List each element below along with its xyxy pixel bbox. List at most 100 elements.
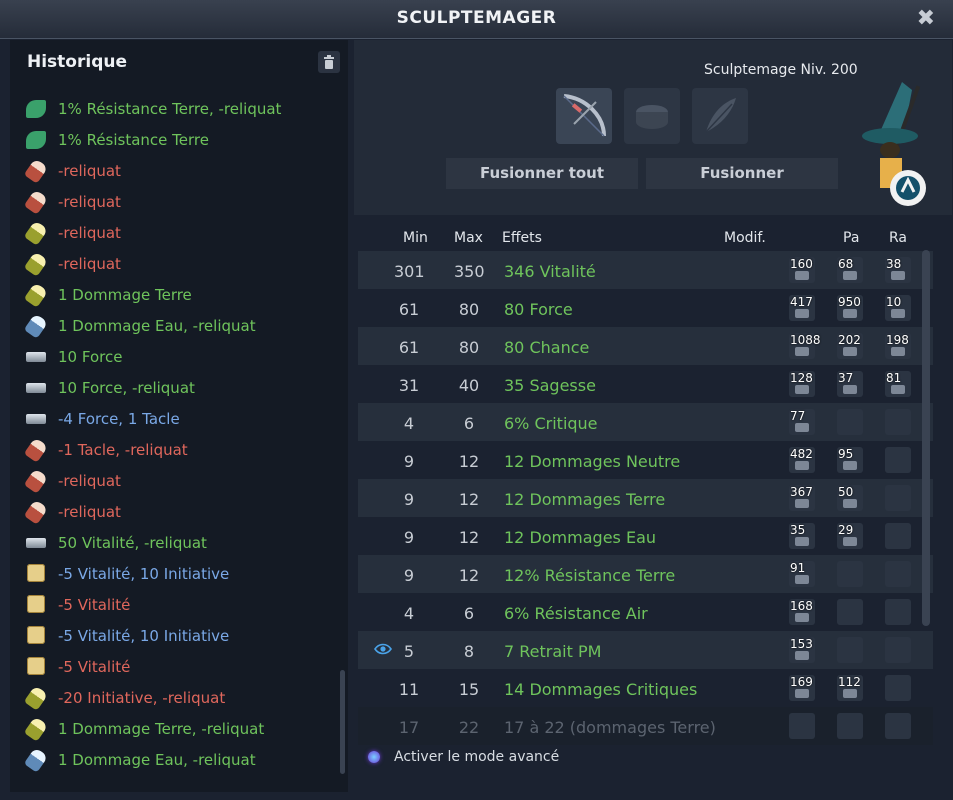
eye-icon[interactable] bbox=[374, 643, 392, 655]
rune-cell-ra[interactable]: 198 bbox=[885, 333, 911, 359]
rune-count: 112 bbox=[838, 675, 861, 689]
rune-cell-ra[interactable] bbox=[885, 561, 911, 587]
rune-cell-modif[interactable]: 417 bbox=[789, 295, 815, 321]
rune-count: 38 bbox=[886, 257, 902, 271]
history-item-text: -reliquat bbox=[58, 223, 121, 242]
rune-cell-ra[interactable] bbox=[885, 599, 911, 625]
rune-icon bbox=[891, 347, 905, 356]
rune-shape bbox=[23, 219, 49, 246]
rune-shape bbox=[23, 250, 49, 277]
red-rune-icon bbox=[23, 467, 58, 494]
advanced-mode-radio[interactable] bbox=[368, 751, 380, 763]
rune-cell-pa[interactable]: 112 bbox=[837, 675, 863, 701]
rune-cell-ra[interactable] bbox=[885, 637, 911, 663]
rune-cell-pa[interactable]: 50 bbox=[837, 485, 863, 511]
rune-cell-modif[interactable]: 482 bbox=[789, 447, 815, 473]
rune-cell-ra[interactable]: 38 bbox=[885, 257, 911, 283]
row-effect: 80 Force bbox=[504, 300, 573, 319]
rune-count: 202 bbox=[838, 333, 861, 347]
rune-cell-pa[interactable]: 950 bbox=[837, 295, 863, 321]
rune-cell-modif[interactable]: 77 bbox=[789, 409, 815, 435]
rune-cell-modif[interactable]: 160 bbox=[789, 257, 815, 283]
rune-cell-ra[interactable] bbox=[885, 523, 911, 549]
history-item-text: -reliquat bbox=[58, 502, 121, 521]
history-item-text: -20 Initiative, -reliquat bbox=[58, 688, 226, 707]
rune-cell-pa[interactable]: 68 bbox=[837, 257, 863, 283]
rune-shape bbox=[26, 413, 46, 424]
red-rune-icon bbox=[23, 498, 58, 525]
row-max: 15 bbox=[458, 680, 480, 699]
rune-icon bbox=[795, 613, 809, 622]
rune-cell-modif[interactable]: 367 bbox=[789, 485, 815, 511]
fuse-button[interactable]: Fusionner bbox=[646, 158, 838, 189]
history-item-text: -1 Tacle, -reliquat bbox=[58, 440, 188, 459]
history-item: -5 Vitalité bbox=[24, 651, 324, 682]
rune-cell-pa[interactable] bbox=[837, 599, 863, 625]
rune-cell-pa[interactable] bbox=[837, 713, 863, 739]
rune-cell-modif[interactable]: 153 bbox=[789, 637, 815, 663]
history-item: 10 Force, -reliquat bbox=[24, 372, 324, 403]
rune-cell-ra[interactable] bbox=[885, 485, 911, 511]
history-item: 10 Force bbox=[24, 341, 324, 372]
rune-count: 35 bbox=[790, 523, 806, 537]
item-slot-bow[interactable] bbox=[556, 88, 612, 144]
yellow-rune-icon bbox=[23, 684, 58, 711]
row-min: 61 bbox=[398, 338, 420, 357]
rune-cell-pa[interactable]: 37 bbox=[837, 371, 863, 397]
rune-cell-modif[interactable]: 1088 bbox=[789, 333, 821, 359]
close-icon[interactable]: ✖ bbox=[917, 6, 935, 31]
rune-cell-ra[interactable] bbox=[885, 447, 911, 473]
rune-cell-modif[interactable]: 128 bbox=[789, 371, 815, 397]
rune-cell-ra[interactable]: 81 bbox=[885, 371, 911, 397]
rune-cell-modif[interactable] bbox=[789, 713, 815, 739]
rune-cell-pa[interactable] bbox=[837, 637, 863, 663]
rune-cell-ra[interactable] bbox=[885, 713, 911, 739]
dice-rune-icon bbox=[24, 562, 58, 586]
row-effect: 17 à 22 (dommages Terre) bbox=[504, 718, 716, 737]
bow-icon bbox=[563, 94, 606, 137]
table-scrollbar[interactable] bbox=[922, 250, 930, 626]
rune-cell-ra[interactable] bbox=[885, 409, 911, 435]
history-item-text: 1 Dommage Terre bbox=[58, 285, 192, 304]
rune-cell-pa[interactable] bbox=[837, 409, 863, 435]
rune-slot[interactable] bbox=[624, 88, 680, 144]
table-row: 31 40 35 Sagesse 128 37 81 bbox=[358, 365, 933, 403]
history-panel: Historique 1% Résistance Terre, -reliqua… bbox=[10, 40, 348, 792]
row-max: 6 bbox=[463, 414, 475, 433]
rune-count: 128 bbox=[790, 371, 813, 385]
rune-icon bbox=[891, 309, 905, 318]
trash-button[interactable] bbox=[318, 51, 340, 73]
history-item: 1% Résistance Terre, -reliquat bbox=[24, 93, 324, 124]
yellow-rune-icon bbox=[23, 219, 58, 246]
history-item: 1 Dommage Eau, -reliquat bbox=[23, 310, 324, 341]
rune-count: 169 bbox=[790, 675, 813, 689]
history-item-text: 1 Dommage Eau, -reliquat bbox=[58, 750, 256, 769]
fuse-all-button[interactable]: Fusionner tout bbox=[446, 158, 638, 189]
rune-cell-pa[interactable] bbox=[837, 561, 863, 587]
feather-slot[interactable] bbox=[692, 88, 748, 144]
rune-count: 417 bbox=[790, 295, 813, 309]
forge-top-area: Sculptemage Niv. 200 Fusionner tout Fusi… bbox=[354, 40, 952, 215]
header-max: Max bbox=[454, 230, 483, 246]
rune-cell-modif[interactable]: 169 bbox=[789, 675, 815, 701]
rune-cell-modif[interactable]: 35 bbox=[789, 523, 815, 549]
rune-cell-modif[interactable]: 91 bbox=[789, 561, 815, 587]
history-item: -5 Vitalité, 10 Initiative bbox=[24, 620, 324, 651]
blue-rune-icon bbox=[23, 312, 58, 339]
rune-cell-ra[interactable]: 10 bbox=[885, 295, 911, 321]
rune-cell-pa[interactable]: 202 bbox=[837, 333, 863, 359]
rune-icon bbox=[843, 347, 857, 356]
rune-icon bbox=[891, 385, 905, 394]
advanced-mode-toggle[interactable]: Activer le mode avancé bbox=[368, 749, 559, 765]
history-item: 1 Dommage Eau, -reliquat bbox=[23, 744, 324, 775]
rune-count: 81 bbox=[886, 371, 902, 385]
rune-cell-ra[interactable] bbox=[885, 675, 911, 701]
rune-cell-pa[interactable]: 95 bbox=[837, 447, 863, 473]
history-scrollbar[interactable] bbox=[340, 670, 345, 774]
rune-cell-pa[interactable]: 29 bbox=[837, 523, 863, 549]
history-item: -5 Vitalité bbox=[24, 589, 324, 620]
rune-cell-modif[interactable]: 168 bbox=[789, 599, 815, 625]
rune-shape bbox=[23, 312, 49, 339]
history-item-text: 1% Résistance Terre, -reliquat bbox=[58, 99, 282, 118]
rune-shape bbox=[23, 281, 49, 308]
